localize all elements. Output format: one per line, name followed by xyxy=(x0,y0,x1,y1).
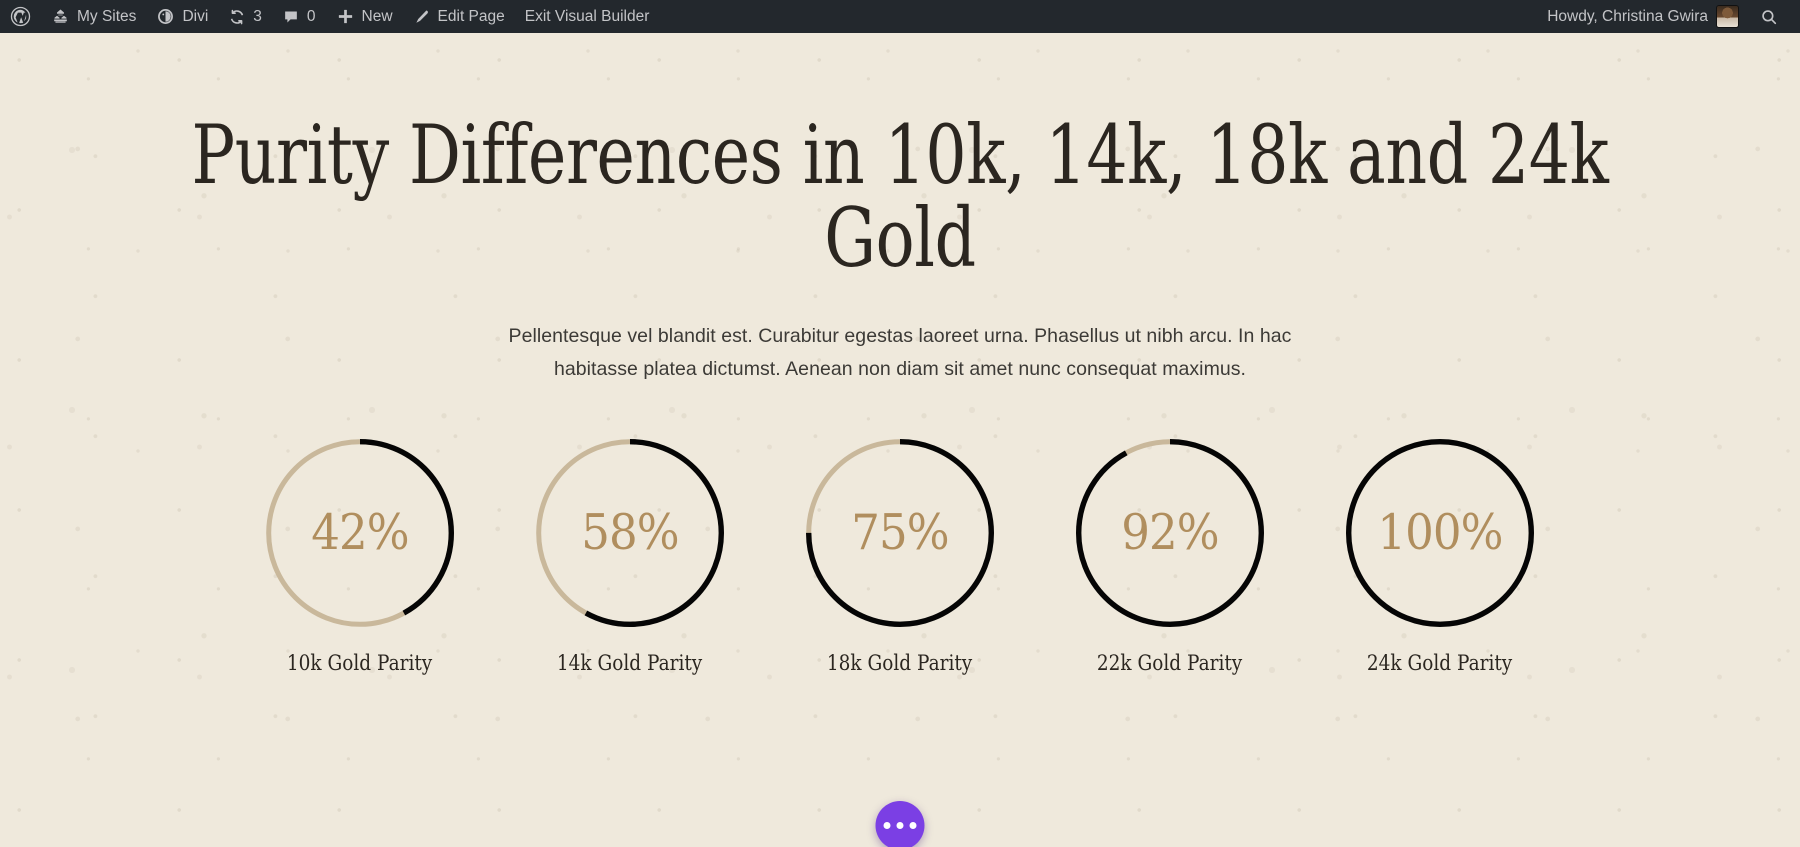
admin-bar-wp-logo[interactable] xyxy=(0,0,41,33)
comment-bubble-icon xyxy=(282,8,300,26)
circle-counter-dial: 100% xyxy=(1346,438,1534,627)
plus-icon xyxy=(336,7,355,26)
admin-bar-right-group: Howdy, Christina Gwira xyxy=(1537,6,1788,27)
circle-counter-dial: 42% xyxy=(266,438,454,627)
admin-bar-my-account[interactable]: Howdy, Christina Gwira xyxy=(1537,6,1746,27)
page-canvas: Purity Differences in 10k, 14k, 18k and … xyxy=(0,33,1800,847)
howdy-label: Howdy, Christina Gwira xyxy=(1547,7,1708,25)
sites-icon xyxy=(51,7,70,26)
circle-counter[interactable]: 100% 24k Gold Parity xyxy=(1346,438,1534,676)
admin-bar-item-my-sites[interactable]: My Sites xyxy=(41,0,146,33)
circle-counter[interactable]: 58% 14k Gold Parity xyxy=(536,438,724,676)
circle-counter-title: 24k Gold Parity xyxy=(1367,650,1513,676)
section-description: Pellentesque vel blandit est. Curabitur … xyxy=(508,324,1292,381)
updates-icon xyxy=(228,8,246,26)
circle-counter[interactable]: 75% 18k Gold Parity xyxy=(806,438,994,676)
admin-bar-label-exit-visual-builder: Exit Visual Builder xyxy=(524,7,650,25)
circle-counter-dial: 58% xyxy=(536,438,724,627)
ellipsis-icon-dot xyxy=(896,822,904,829)
circle-counter-title: 18k Gold Parity xyxy=(827,650,973,676)
admin-bar-label-comments-count: 0 xyxy=(306,7,316,25)
circle-counter-percent: 92% xyxy=(1121,504,1219,562)
search-icon xyxy=(1760,8,1778,26)
circle-counter-title: 14k Gold Parity xyxy=(557,650,703,676)
page-title: Purity Differences in 10k, 14k, 18k and … xyxy=(191,109,1609,287)
wp-admin-bar: My Sites Divi 3 0 New Edit Page Exit Vis… xyxy=(0,0,1800,33)
ellipsis-icon-dot xyxy=(909,822,917,829)
circle-counter-dial: 92% xyxy=(1076,438,1264,627)
circle-counter[interactable]: 42% 10k Gold Parity xyxy=(266,438,454,676)
admin-bar-label-updates-count: 3 xyxy=(253,7,262,25)
circle-counter-percent: 75% xyxy=(851,504,949,562)
circle-counter-title: 22k Gold Parity xyxy=(1097,650,1243,676)
admin-bar-label-new: New xyxy=(361,7,393,25)
divi-icon xyxy=(156,7,175,26)
admin-bar-item-edit-page[interactable]: Edit Page xyxy=(403,0,515,33)
admin-bar-label-edit-page: Edit Page xyxy=(437,7,505,25)
circle-counter-percent: 100% xyxy=(1377,504,1503,562)
admin-bar-label-divi: Divi xyxy=(182,7,209,25)
admin-bar-item-divi[interactable]: Divi xyxy=(146,0,218,33)
wordpress-logo-icon xyxy=(10,6,31,27)
circle-counter-dial: 75% xyxy=(806,438,994,627)
admin-bar-item-comments[interactable]: 0 xyxy=(272,0,326,33)
admin-bar-label-my-sites: My Sites xyxy=(77,7,137,25)
circle-counter-title: 10k Gold Parity xyxy=(287,650,433,676)
avatar xyxy=(1717,6,1738,27)
admin-bar-item-exit-visual-builder[interactable]: Exit Visual Builder xyxy=(515,0,660,33)
circle-counter[interactable]: 92% 22k Gold Parity xyxy=(1076,438,1264,676)
circle-counter-percent: 58% xyxy=(581,504,679,562)
divi-builder-toggle-button[interactable] xyxy=(875,801,925,847)
circle-counters-row: 42% 10k Gold Parity 58% 14k Gold Parity 75% 1… xyxy=(0,438,1800,676)
circle-counter-percent: 42% xyxy=(311,504,409,562)
admin-bar-item-updates[interactable]: 3 xyxy=(218,0,272,33)
admin-bar-search-button[interactable] xyxy=(1746,8,1788,26)
pencil-icon xyxy=(413,8,431,26)
ellipsis-icon-dot xyxy=(883,822,891,829)
admin-bar-left-group: My Sites Divi 3 0 New Edit Page Exit Vis… xyxy=(0,0,659,33)
admin-bar-item-new[interactable]: New xyxy=(326,0,403,33)
